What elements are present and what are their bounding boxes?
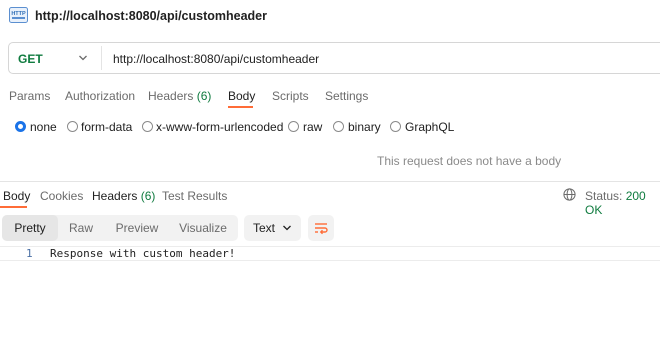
tab-body[interactable]: Body <box>228 89 255 103</box>
radio-label-binary: binary <box>348 120 381 134</box>
response-tab-headers[interactable]: Headers (6) <box>92 189 155 203</box>
globe-icon[interactable] <box>563 188 576 201</box>
chevron-down-icon[interactable] <box>78 54 88 62</box>
tab-scripts[interactable]: Scripts <box>272 89 309 103</box>
radio-label-graphql: GraphQL <box>405 120 455 134</box>
radio-graphql[interactable] <box>390 121 401 132</box>
url-bar <box>8 42 660 74</box>
format-select-label: Text <box>253 221 276 235</box>
radio-form-data[interactable] <box>67 121 78 132</box>
response-tab-test-results[interactable]: Test Results <box>162 189 227 203</box>
view-visualize-button[interactable]: Visualize <box>172 215 234 241</box>
active-tab-indicator <box>228 106 253 108</box>
radio-label-urlencoded: x-www-form-urlencoded <box>156 120 284 134</box>
request-title: http://localhost:8080/api/customheader <box>35 9 267 23</box>
svg-text:HTTP: HTTP <box>11 11 26 17</box>
radio-raw[interactable] <box>288 121 299 132</box>
radio-urlencoded[interactable] <box>142 121 153 132</box>
tab-authorization[interactable]: Authorization <box>65 89 135 103</box>
response-body-line: Response with custom header! <box>50 247 236 260</box>
wrap-lines-icon <box>315 223 328 235</box>
url-input[interactable]: http://localhost:8080/api/customheader <box>113 52 319 66</box>
url-divider <box>101 46 102 70</box>
editor-line-border <box>0 260 660 261</box>
response-tab-body[interactable]: Body <box>3 189 30 203</box>
radio-label-raw: raw <box>303 120 323 134</box>
radio-label-none: none <box>30 120 57 134</box>
view-pretty-button[interactable]: Pretty <box>2 215 58 241</box>
http-request-icon: HTTP <box>9 7 28 23</box>
radio-label-form-data: form-data <box>81 120 133 134</box>
line-number: 1 <box>26 247 33 260</box>
chevron-down-icon[interactable] <box>282 224 292 232</box>
view-preview-button[interactable]: Preview <box>108 215 166 241</box>
response-tab-cookies[interactable]: Cookies <box>40 189 83 203</box>
radio-none[interactable] <box>15 121 26 132</box>
no-body-message: This request does not have a body <box>377 154 562 168</box>
response-status: Status: 200 OK <box>585 189 646 217</box>
radio-binary[interactable] <box>333 121 344 132</box>
view-raw-button[interactable]: Raw <box>60 215 102 241</box>
response-active-tab-indicator <box>0 206 27 208</box>
tab-settings[interactable]: Settings <box>325 89 368 103</box>
tab-params[interactable]: Params <box>9 89 50 103</box>
tab-headers[interactable]: Headers (6) <box>148 89 211 103</box>
pane-divider <box>0 181 660 182</box>
method-select[interactable]: GET <box>18 52 43 66</box>
